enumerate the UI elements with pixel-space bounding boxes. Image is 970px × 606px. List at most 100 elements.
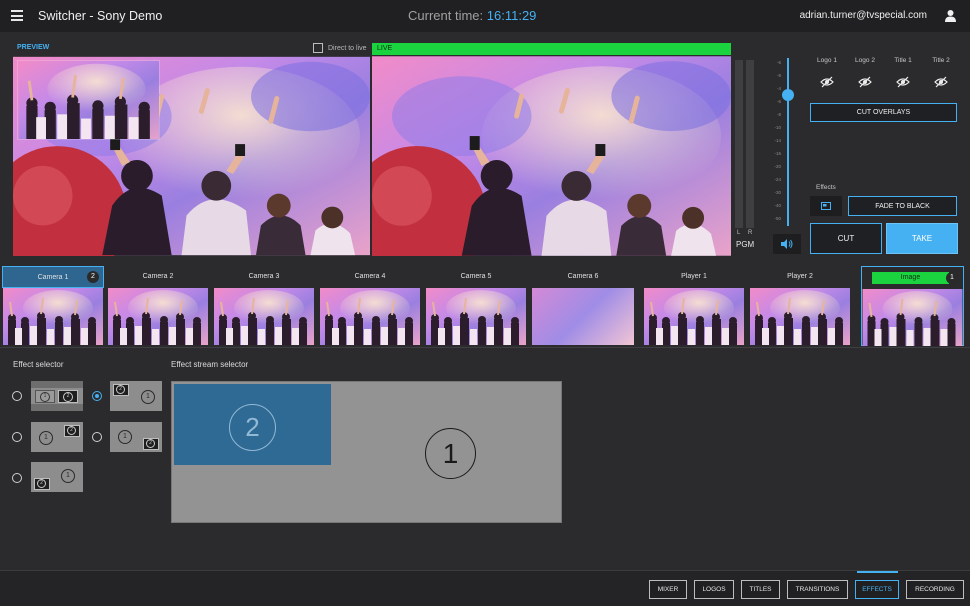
tab-recording[interactable]: RECORDING (906, 580, 964, 599)
layout-number: 2 (67, 426, 76, 435)
top-bar: Switcher - Sony Demo Current time: 16:11… (0, 0, 970, 32)
effect-layout-pip-top-right[interactable]: 1 2 (31, 422, 83, 452)
effect-option-radio[interactable] (92, 432, 102, 442)
layout-number: 1 (61, 469, 75, 483)
source-camera-6[interactable]: Camera 6 (532, 266, 634, 346)
effect-layout-pip-bottom-left[interactable]: 2 1 (31, 462, 83, 492)
stream-pip-number: 2 (229, 404, 276, 451)
layout-number: 1 (40, 392, 50, 402)
source-label: Player 2 (787, 273, 813, 280)
live-monitor (372, 56, 731, 256)
source-badge: 1 (946, 272, 958, 284)
effect-stream-canvas[interactable]: 2 1 (171, 381, 562, 523)
active-tab-indicator (857, 571, 898, 573)
volume-fader-handle[interactable] (782, 89, 794, 101)
layout-number: 1 (39, 431, 53, 445)
tab-effects[interactable]: EFFECTS (855, 580, 899, 599)
source-camera-3[interactable]: Camera 3 (213, 266, 315, 346)
effect-layout-pip-top-left[interactable]: 2 1 (110, 381, 162, 411)
tab-transitions[interactable]: TRANSITIONS (787, 580, 848, 599)
scale-tick: -4 (776, 86, 781, 91)
switcher-app: Switcher - Sony Demo Current time: 16:11… (0, 0, 970, 606)
eye-hidden-icon[interactable] (896, 76, 910, 88)
user-icon[interactable] (944, 9, 957, 22)
overlay-logo-1-label: Logo 1 (817, 57, 837, 64)
layout-number: 2 (116, 385, 125, 394)
meter-left-label: L (737, 230, 741, 236)
effects-label: Effects (816, 184, 836, 191)
preview-pip-image (18, 61, 159, 139)
volume-fader-track[interactable] (787, 58, 789, 226)
direct-to-live-checkbox[interactable] (313, 43, 323, 53)
scale-tick: -8 (776, 73, 781, 78)
effect-option-radio[interactable] (12, 432, 22, 442)
source-image[interactable]: Image 1 (861, 266, 964, 346)
tab-mixer[interactable]: MIXER (649, 580, 687, 599)
effect-selector-title: Effect selector (13, 360, 64, 369)
fade-to-black-button[interactable]: FADE TO BLACK (848, 196, 957, 216)
scale-tick: -24 (774, 177, 781, 182)
scale-tick: -20 (774, 164, 781, 169)
effect-option-radio[interactable] (12, 473, 22, 483)
source-label: Camera 4 (354, 273, 386, 280)
menu-icon[interactable] (11, 10, 23, 21)
source-camera-5[interactable]: Camera 5 (425, 266, 527, 346)
source-thumbnail (213, 288, 315, 345)
overlay-logo-2-label: Logo 2 (855, 57, 875, 64)
audio-scale: -6 -8 -4 -6 -8 -10 -14 -16 -20 -24 -30 -… (763, 60, 781, 228)
cut-overlays-button[interactable]: CUT OVERLAYS (810, 103, 957, 122)
source-label: Camera 6 (567, 273, 599, 280)
cut-button[interactable]: CUT (810, 223, 882, 254)
stream-main-number: 1 (425, 428, 476, 479)
stream-pip-slot[interactable]: 2 (174, 384, 331, 465)
source-label: Camera 5 (460, 273, 492, 280)
scale-tick: -50 (774, 216, 781, 221)
effect-layout-pip-bottom-right[interactable]: 1 2 (110, 422, 162, 452)
scale-tick: -8 (776, 112, 781, 117)
layout-number: 1 (141, 390, 155, 404)
overlay-title-1-label: Title 1 (894, 57, 912, 64)
scale-tick: -14 (774, 138, 781, 143)
tab-logos[interactable]: LOGOS (694, 580, 734, 599)
meter-right-label: R (748, 230, 753, 236)
current-time-label: Current time: (408, 8, 484, 23)
section-divider (0, 347, 970, 348)
source-label: Player 1 (681, 273, 707, 280)
source-badge: 2 (87, 271, 99, 283)
layout-number: 2 (146, 439, 155, 448)
audio-meter-left (735, 60, 743, 228)
user-email[interactable]: adrian.turner@tvspecial.com (800, 10, 927, 21)
source-label: Image (872, 272, 949, 284)
eye-hidden-icon[interactable] (934, 76, 948, 88)
source-strip: Camera 1 2 Camera 2 Camera 3 Camera 4 Ca… (0, 266, 970, 346)
scale-tick: -40 (774, 203, 781, 208)
bottom-tab-bar: MIXER LOGOS TITLES TRANSITIONS EFFECTS R… (0, 570, 970, 606)
source-thumbnail (532, 288, 634, 345)
source-thumbnail (425, 288, 527, 345)
mute-button[interactable] (773, 234, 801, 254)
source-player-2[interactable]: Player 2 (749, 266, 851, 346)
source-camera-2[interactable]: Camera 2 (107, 266, 209, 346)
preview-monitor[interactable] (13, 56, 370, 256)
effect-stream-selector-title: Effect stream selector (171, 360, 249, 369)
source-camera-1[interactable]: Camera 1 2 (2, 266, 104, 346)
source-player-1[interactable]: Player 1 (643, 266, 745, 346)
direct-to-live-toggle[interactable]: Direct to live (313, 43, 367, 53)
current-time: Current time: 16:11:29 (408, 8, 536, 23)
effect-layout-side-by-side-top[interactable]: 1 2 (31, 381, 83, 411)
effects-pip-button[interactable] (810, 196, 842, 216)
scale-tick: -6 (776, 99, 781, 104)
preview-label: PREVIEW (17, 44, 50, 51)
source-camera-4[interactable]: Camera 4 (319, 266, 421, 346)
take-button[interactable]: TAKE (886, 223, 958, 254)
source-thumbnail (2, 288, 104, 345)
eye-hidden-icon[interactable] (858, 76, 872, 88)
eye-hidden-icon[interactable] (820, 76, 834, 88)
effect-option-radio-selected[interactable] (92, 391, 102, 401)
app-title: Switcher - Sony Demo (38, 9, 163, 23)
tab-titles[interactable]: TITLES (741, 580, 780, 599)
layout-number: 1 (118, 430, 132, 444)
live-image (372, 56, 731, 256)
effect-option-radio[interactable] (12, 391, 22, 401)
current-time-value: 16:11:29 (486, 8, 537, 23)
